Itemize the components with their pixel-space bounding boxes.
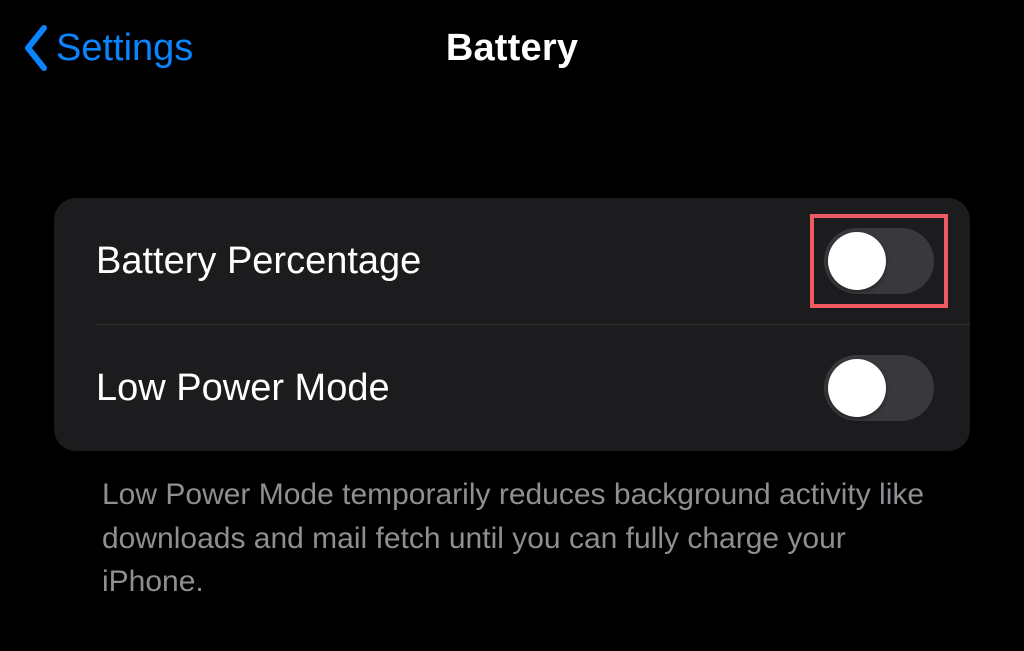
back-label: Settings — [56, 27, 193, 70]
row-label-battery-percentage: Battery Percentage — [96, 240, 824, 283]
back-button[interactable]: Settings — [22, 24, 193, 72]
toggle-wrap-low-power-mode — [824, 355, 934, 421]
row-label-low-power-mode: Low Power Mode — [96, 367, 824, 410]
row-low-power-mode: Low Power Mode — [96, 324, 970, 451]
content: Battery Percentage Low Power Mode Low Po… — [0, 198, 1024, 604]
row-battery-percentage: Battery Percentage — [54, 198, 970, 324]
chevron-left-icon — [22, 24, 50, 72]
settings-card: Battery Percentage Low Power Mode — [54, 198, 970, 451]
navbar: Settings Battery — [0, 0, 1024, 96]
toggle-battery-percentage[interactable] — [824, 228, 934, 294]
toggle-knob-icon — [828, 232, 886, 290]
toggle-low-power-mode[interactable] — [824, 355, 934, 421]
toggle-knob-icon — [828, 359, 886, 417]
toggle-wrap-battery-percentage — [824, 228, 934, 294]
page-title: Battery — [446, 27, 578, 70]
footer-description: Low Power Mode temporarily reduces backg… — [54, 451, 970, 604]
